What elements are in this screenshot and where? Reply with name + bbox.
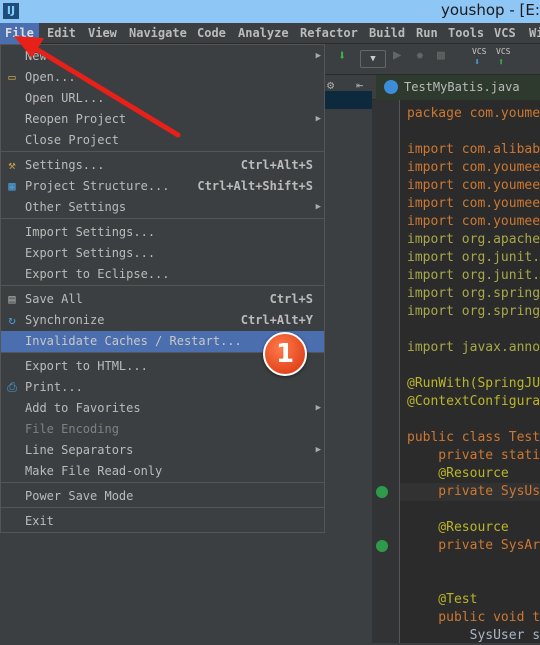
step-badge: 1 (263, 332, 307, 376)
annotation-arrow (14, 36, 181, 138)
